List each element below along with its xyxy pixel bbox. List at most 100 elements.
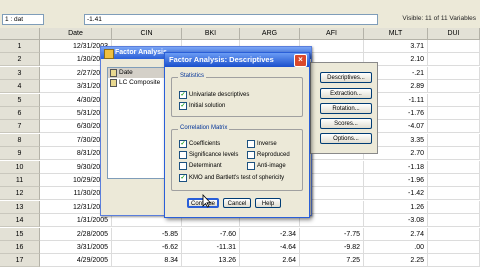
checkbox-checked-icon[interactable]: ✓ xyxy=(179,91,187,99)
mlt-cell[interactable]: 1.26 xyxy=(364,200,428,214)
reproduced-option[interactable]: Reproduced xyxy=(247,151,290,159)
cancel-button[interactable]: Cancel xyxy=(223,198,251,208)
help-button[interactable]: Help xyxy=(255,198,281,208)
date-cell[interactable]: 3/31/2005 xyxy=(40,241,112,254)
column-header-arg[interactable]: ARG xyxy=(240,28,300,40)
cell-value-field[interactable]: -1.41 xyxy=(84,14,378,25)
arg-cell[interactable]: -4.64 xyxy=(240,241,300,254)
row-number[interactable]: 9 xyxy=(0,147,40,161)
bki-cell[interactable]: -7.60 xyxy=(182,227,240,241)
afi-cell[interactable]: 7.25 xyxy=(300,254,364,268)
dui-cell[interactable] xyxy=(428,40,480,53)
row-number[interactable]: 8 xyxy=(0,133,40,147)
determinant-option[interactable]: Determinant xyxy=(179,162,222,170)
initial-solution-option[interactable]: ✓ Initial solution xyxy=(179,102,225,110)
row-number[interactable]: 12 xyxy=(0,187,40,201)
dui-cell[interactable] xyxy=(428,160,480,174)
dui-cell[interactable] xyxy=(428,133,480,147)
arg-cell[interactable]: 2.64 xyxy=(240,254,300,268)
checkbox-checked-icon[interactable]: ✓ xyxy=(179,174,187,182)
mlt-cell[interactable]: -1.96 xyxy=(364,174,428,187)
dui-cell[interactable] xyxy=(428,200,480,214)
mlt-cell[interactable]: -3.08 xyxy=(364,214,428,228)
cin-cell[interactable]: 8.34 xyxy=(112,254,182,268)
variable-list[interactable]: Date LC Composite xyxy=(107,67,169,179)
mlt-cell[interactable]: 2.74 xyxy=(364,227,428,241)
bki-cell[interactable]: 13.26 xyxy=(182,254,240,268)
row-number[interactable]: 6 xyxy=(0,107,40,120)
row-number[interactable]: 13 xyxy=(0,200,40,214)
mlt-cell[interactable]: .00 xyxy=(364,241,428,254)
row-number[interactable]: 15 xyxy=(0,227,40,241)
dui-cell[interactable] xyxy=(428,147,480,161)
checkbox-checked-icon[interactable]: ✓ xyxy=(179,140,187,148)
dui-cell[interactable] xyxy=(428,66,480,80)
coefficients-option[interactable]: ✓ Coefficients xyxy=(179,140,220,148)
dui-cell[interactable] xyxy=(428,120,480,134)
arg-cell[interactable]: -2.34 xyxy=(240,227,300,241)
row-number[interactable]: 4 xyxy=(0,80,40,94)
checkbox-icon[interactable] xyxy=(247,151,255,159)
checkbox-checked-icon[interactable]: ✓ xyxy=(179,102,187,110)
row-number[interactable]: 11 xyxy=(0,174,40,187)
row-number[interactable]: 17 xyxy=(0,254,40,268)
cin-cell[interactable]: -6.62 xyxy=(112,241,182,254)
row-number[interactable]: 16 xyxy=(0,241,40,254)
anti-image-option[interactable]: Anti-image xyxy=(247,162,286,170)
dui-cell[interactable] xyxy=(428,254,480,268)
afi-cell[interactable]: -7.75 xyxy=(300,227,364,241)
extraction-button[interactable]: Extraction... xyxy=(320,88,372,99)
inverse-option[interactable]: Inverse xyxy=(247,140,277,148)
column-header-cin[interactable]: CIN xyxy=(112,28,182,40)
dui-cell[interactable] xyxy=(428,174,480,187)
dui-cell[interactable] xyxy=(428,187,480,201)
dui-cell[interactable] xyxy=(428,53,480,67)
kmo-option[interactable]: ✓ KMO and Bartlett's test of sphericity xyxy=(179,174,284,182)
row-number[interactable]: 2 xyxy=(0,53,40,67)
mlt-cell[interactable]: 2.25 xyxy=(364,254,428,268)
column-header-bki[interactable]: BKI xyxy=(182,28,240,40)
dui-cell[interactable] xyxy=(428,227,480,241)
close-icon[interactable]: × xyxy=(294,54,307,67)
dui-cell[interactable] xyxy=(428,80,480,94)
row-number[interactable]: 3 xyxy=(0,66,40,80)
date-cell[interactable]: 4/29/2005 xyxy=(40,254,112,268)
row-number[interactable]: 5 xyxy=(0,93,40,107)
date-cell[interactable]: 2/28/2005 xyxy=(40,227,112,241)
row-number[interactable]: 10 xyxy=(0,160,40,174)
column-header-afi[interactable]: AFI xyxy=(300,28,364,40)
column-header-dui[interactable]: DUI xyxy=(428,28,480,40)
cell-reference-field[interactable]: 1 : dat xyxy=(2,14,44,25)
afi-cell[interactable]: -9.82 xyxy=(300,241,364,254)
checkbox-icon[interactable] xyxy=(179,151,187,159)
variable-item[interactable]: LC Composite xyxy=(108,78,168,88)
dui-cell[interactable] xyxy=(428,107,480,120)
checkbox-icon[interactable] xyxy=(179,162,187,170)
rotation-button[interactable]: Rotation... xyxy=(320,103,372,114)
scores-button[interactable]: Scores... xyxy=(320,118,372,129)
factor-analysis-title: Factor Analysis xyxy=(115,49,167,56)
checkbox-icon[interactable] xyxy=(247,162,255,170)
cin-cell[interactable]: -5.85 xyxy=(112,227,182,241)
dui-cell[interactable] xyxy=(428,93,480,107)
date-cell[interactable]: 1/31/2005 xyxy=(40,214,112,228)
options-button[interactable]: Options... xyxy=(320,133,372,144)
descriptives-button[interactable]: Descriptives... xyxy=(320,72,372,83)
dui-cell[interactable] xyxy=(428,241,480,254)
determinant-label: Determinant xyxy=(189,163,222,169)
bki-cell[interactable]: -11.31 xyxy=(182,241,240,254)
checkbox-icon[interactable] xyxy=(247,140,255,148)
row-number[interactable]: 14 xyxy=(0,214,40,228)
row-number[interactable]: 1 xyxy=(0,40,40,53)
column-header-date[interactable]: Date xyxy=(40,28,112,40)
mlt-cell[interactable]: -1.18 xyxy=(364,160,428,174)
univariate-option[interactable]: ✓ Univariate descriptives xyxy=(179,91,249,99)
variable-item[interactable]: Date xyxy=(108,68,168,78)
row-number[interactable]: 7 xyxy=(0,120,40,134)
mlt-cell[interactable]: 3.71 xyxy=(364,40,428,53)
dui-cell[interactable] xyxy=(428,214,480,228)
significance-option[interactable]: Significance levels xyxy=(179,151,238,159)
column-header-mlt[interactable]: MLT xyxy=(364,28,428,40)
mlt-cell[interactable]: -1.42 xyxy=(364,187,428,201)
descriptives-title-bar[interactable]: Factor Analysis: Descriptives × xyxy=(165,53,309,67)
